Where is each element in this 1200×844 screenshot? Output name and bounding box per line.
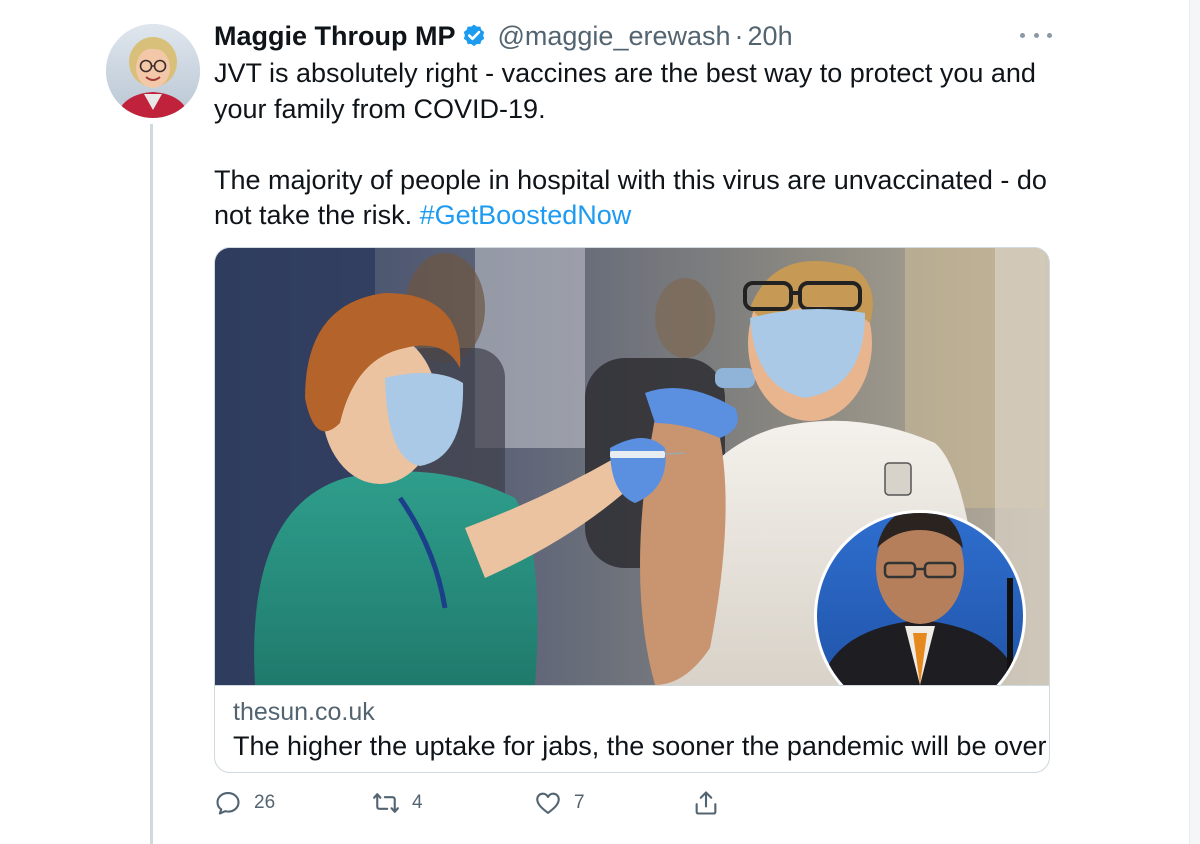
avatar-photo-icon [106, 24, 200, 118]
author-handle[interactable]: @maggie_erewash [497, 21, 730, 52]
share-button[interactable] [692, 786, 720, 820]
heart-icon [536, 792, 560, 814]
retweet-button[interactable]: 4 [372, 786, 423, 820]
card-meta: thesun.co.uk The higher the uptake for j… [215, 685, 1049, 772]
more-dot [1033, 32, 1039, 38]
card-image[interactable] [215, 248, 1049, 685]
reply-count: 26 [254, 792, 276, 813]
author-avatar[interactable] [106, 24, 200, 118]
vaccination-photo-icon [215, 248, 1049, 685]
tweet-timestamp[interactable]: 20h [748, 21, 793, 52]
hashtag-link[interactable]: #GetBoostedNow [420, 200, 632, 230]
verified-badge-icon [464, 24, 485, 47]
retweet-icon [373, 793, 399, 813]
card-title[interactable]: The higher the uptake for jabs, the soon… [233, 731, 1046, 762]
reply-icon [216, 792, 240, 815]
tweet-body: JVT is absolutely right - vaccines are t… [214, 56, 1054, 234]
more-dot [1047, 32, 1052, 38]
like-count: 7 [574, 792, 585, 813]
card-domain: thesun.co.uk [233, 698, 375, 726]
author-name[interactable]: Maggie Throup MP [214, 21, 455, 52]
reply-button[interactable]: 26 [214, 786, 275, 820]
tweet-paragraph-1: JVT is absolutely right - vaccines are t… [214, 58, 1036, 124]
more-options-icon[interactable] [1020, 24, 1052, 46]
more-dot [1020, 32, 1025, 38]
share-icon [695, 791, 717, 815]
tweet-actions: 26 4 7 [214, 786, 734, 820]
retweet-count: 4 [412, 792, 423, 813]
tweet-paragraph-2: The majority of people in hospital with … [214, 163, 1054, 234]
tweet-header: Maggie Throup MP @maggie_erewash · 20h [214, 18, 793, 54]
thread-connector-line [150, 124, 153, 844]
link-preview-card[interactable]: thesun.co.uk The higher the uptake for j… [214, 247, 1050, 773]
like-button[interactable]: 7 [534, 786, 585, 820]
header-separator: · [734, 20, 744, 51]
scrollbar[interactable] [1189, 0, 1200, 844]
